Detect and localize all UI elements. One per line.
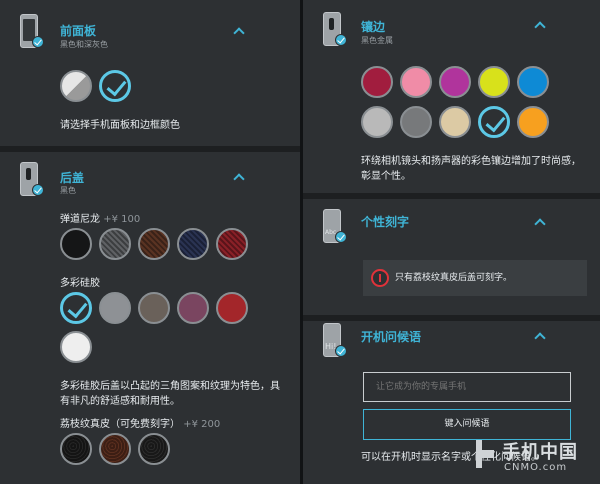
ballistic-nylon-label: 弹道尼龙 +¥ 100	[60, 212, 140, 227]
nylon-swatch-brown[interactable]	[138, 228, 170, 260]
cnmo-watermark: 手机中国 CNMO.com	[474, 436, 592, 478]
accent-swatch-9[interactable]	[517, 106, 549, 138]
accent-description: 环绕相机镜头和扬声器的彩色镶边增加了时尚感，彰显个性。	[361, 156, 581, 182]
leather-name: 荔枝纹真皮（可免费刻字）	[60, 419, 180, 430]
collapse-chevron-icon[interactable]	[232, 26, 246, 36]
nylon-swatch-navy[interactable]	[177, 228, 209, 260]
back-cover-section: 后盖 黑色 弹道尼龙 +¥ 100 多彩硅胶 多彩硅胶后盖以凸起的三角图案和纹理…	[0, 152, 300, 484]
leather-swatch-dark[interactable]	[138, 433, 170, 465]
silicone-description: 多彩硅胶后盖以凸起的三角图案和纹理为特色，具有非凡的舒适感和耐用性。	[60, 381, 280, 407]
engraving-section: Abc 个性刻字	[303, 199, 600, 315]
check-icon	[32, 184, 44, 196]
accent-swatch-2[interactable]	[439, 66, 471, 98]
greeting-icon: Hi!	[321, 323, 347, 363]
collapse-chevron-icon[interactable]	[533, 331, 547, 341]
phone-accent-icon	[321, 12, 347, 52]
silicone-swatch-gray[interactable]	[99, 292, 131, 324]
phone-back-icon	[18, 162, 44, 202]
engraving-title: 个性刻字	[361, 215, 410, 229]
check-icon	[335, 34, 347, 46]
silicone-swatch-white[interactable]	[60, 331, 92, 363]
left-panel: 前面板 黑色和深灰色 请选择手机面板和边框颜色 后盖 黑色 弹道尼龙 +¥ 10…	[0, 0, 300, 484]
collapse-chevron-icon[interactable]	[533, 20, 547, 30]
silicone-swatch-taupe[interactable]	[138, 292, 170, 324]
accent-title: 镶边	[361, 20, 386, 34]
check-icon	[32, 36, 44, 48]
silicone-swatch-plum[interactable]	[177, 292, 209, 324]
accent-swatch-5[interactable]	[361, 106, 393, 138]
right-panel: 镶边 黑色金属 环绕相机镜头和扬声器的彩色镶边增加了时尚感，彰显个性。 Abc …	[303, 0, 600, 484]
cnmo-logo-icon	[474, 440, 496, 468]
front-panel-subtitle: 黑色和深灰色	[60, 40, 108, 49]
accent-swatch-0[interactable]	[361, 66, 393, 98]
ballistic-nylon-name: 弹道尼龙	[60, 214, 100, 225]
nylon-swatch-gray[interactable]	[99, 228, 131, 260]
accent-section: 镶边 黑色金属 环绕相机镜头和扬声器的彩色镶边增加了时尚感，彰显个性。	[303, 0, 600, 196]
front-swatch-white[interactable]	[60, 70, 92, 102]
front-panel-hint: 请选择手机面板和边框颜色	[60, 120, 180, 131]
accent-swatch-8[interactable]	[478, 106, 510, 138]
greeting-title: 开机问候语	[361, 330, 422, 344]
nylon-swatch-red[interactable]	[216, 228, 248, 260]
collapse-chevron-icon[interactable]	[533, 217, 547, 227]
accent-swatch-4[interactable]	[517, 66, 549, 98]
accent-swatch-6[interactable]	[400, 106, 432, 138]
leather-price: +¥ 200	[183, 419, 221, 430]
alert-icon	[371, 269, 389, 287]
accent-swatch-7[interactable]	[439, 106, 471, 138]
phone-front-icon	[18, 14, 44, 54]
front-panel-section: 前面板 黑色和深灰色 请选择手机面板和边框颜色	[0, 0, 300, 146]
accent-subtitle: 黑色金属	[361, 36, 393, 45]
ballistic-nylon-price: +¥ 100	[103, 214, 141, 225]
engraving-notice-text: 只有荔枝纹真皮后盖可刻字。	[395, 273, 513, 283]
accent-swatch-3[interactable]	[478, 66, 510, 98]
front-panel-title: 前面板	[60, 24, 97, 38]
accent-swatch-1[interactable]	[400, 66, 432, 98]
engraving-notice: 只有荔枝纹真皮后盖可刻字。	[363, 260, 587, 296]
back-cover-subtitle: 黑色	[60, 186, 76, 195]
check-icon	[335, 231, 347, 243]
front-swatch-black[interactable]	[99, 70, 131, 102]
leather-swatch-black[interactable]	[60, 433, 92, 465]
silicone-label: 多彩硅胶	[60, 278, 100, 289]
back-cover-title: 后盖	[60, 171, 85, 185]
leather-swatch-brown[interactable]	[99, 433, 131, 465]
nylon-swatch-black[interactable]	[60, 228, 92, 260]
greeting-input[interactable]	[363, 372, 571, 402]
leather-label: 荔枝纹真皮（可免费刻字） +¥ 200	[60, 417, 220, 432]
silicone-swatch-black[interactable]	[60, 292, 92, 324]
silicone-swatch-red[interactable]	[216, 292, 248, 324]
engraving-icon: Abc	[321, 209, 347, 249]
watermark-cn: 手机中国	[502, 442, 578, 463]
check-icon	[335, 345, 347, 357]
collapse-chevron-icon[interactable]	[232, 172, 246, 182]
watermark-en: CNMO.com	[504, 462, 568, 473]
